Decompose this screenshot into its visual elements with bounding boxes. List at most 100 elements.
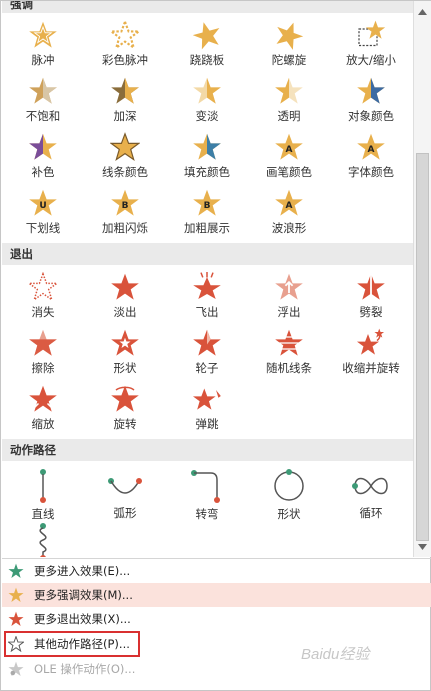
split-star-icon (356, 272, 386, 302)
outline-star-icon (7, 635, 25, 653)
effect-tile-random-bars-star[interactable]: 随机线条 (248, 325, 330, 381)
emphasis-effects-grid: 脉冲 彩色脉冲 跷跷板 陀螺旋 放大/缩小不饱和 加深 变淡 透明 对象颜色补色 线条颜色 填充颜色… (2, 13, 413, 243)
effect-label: 不饱和 (25, 109, 61, 123)
effect-tile-bold-flash-star[interactable]: B 加粗闪烁 (84, 185, 166, 241)
effect-tile-disappear-star[interactable]: 消失 (2, 269, 84, 325)
effect-label: 填充颜色 (184, 165, 230, 179)
effect-tile-wheel-star[interactable]: 轮子 (166, 325, 248, 381)
svg-text:A: A (368, 145, 375, 155)
lighten-star-icon (192, 76, 222, 106)
effect-label: 直线 (31, 507, 55, 521)
menu-more-entrance-effects[interactable]: 更多进入效果(E)... (2, 559, 431, 583)
shape-star-icon (110, 328, 140, 358)
effect-label: 旋转 (113, 417, 137, 431)
effect-tile-bold-reveal-star[interactable]: B 加粗展示 (166, 185, 248, 241)
effect-tile-spin-star[interactable]: 陀螺旋 (248, 17, 330, 73)
darken-star-icon (110, 76, 140, 106)
menu-label: OLE 操作动作(O)... (34, 662, 136, 676)
menu-label: 更多进入效果(E)... (34, 564, 131, 578)
effect-tile-custom-path[interactable]: 自定义路径 (2, 521, 84, 557)
fade-star-icon (110, 272, 140, 302)
effect-tile-float-out-star[interactable]: 浮出 (248, 269, 330, 325)
effect-tile-arc-path[interactable]: 弧形 (84, 465, 166, 521)
menu-label: 其他动作路径(P)... (34, 637, 130, 651)
effect-tile-desaturate-star[interactable]: 不饱和 (2, 73, 84, 129)
effect-tile-swivel-star[interactable]: 旋转 (84, 381, 166, 437)
effect-tile-fly-out-star[interactable]: 飞出 (166, 269, 248, 325)
exit-effects-grid: 消失 淡出 飞出 浮出 劈裂擦除 形状 轮子 随机线条 收缩并旋转缩放 旋转 弹跳 (2, 265, 413, 439)
scroll-down-arrow-icon[interactable] (414, 538, 431, 555)
turn-path-icon (187, 468, 227, 504)
effect-tile-color-pulse-star[interactable]: 彩色脉冲 (84, 17, 166, 73)
effect-tile-shape-path[interactable]: 形状 (248, 465, 330, 521)
effect-tile-line-color-star[interactable]: 线条颜色 (84, 129, 166, 185)
font-color-star-icon: A (356, 132, 386, 162)
svg-text:U: U (39, 201, 46, 211)
fly-out-star-icon (192, 272, 222, 302)
scroll-thumb[interactable] (416, 153, 429, 541)
effect-tile-pulse-star[interactable]: 脉冲 (2, 17, 84, 73)
effect-tile-line-path[interactable]: 直线 (2, 465, 84, 521)
effect-label: 浮出 (277, 305, 301, 319)
effect-tile-bounce-star[interactable]: 弹跳 (166, 381, 248, 437)
effect-tile-shape-star[interactable]: 形状 (84, 325, 166, 381)
menu-label: 更多强调效果(M)... (34, 588, 133, 602)
effect-label: 弹跳 (195, 417, 219, 431)
scroll-up-arrow-icon[interactable] (414, 3, 431, 20)
svg-text:B: B (122, 201, 129, 211)
effect-label: 转弯 (195, 507, 219, 521)
menu-other-motion-paths[interactable]: 其他动作路径(P)... (4, 631, 140, 657)
complementary-color-star-icon (28, 132, 58, 162)
animation-gallery-panel: 强调 脉冲 彩色脉冲 跷跷板 陀螺旋 放大/缩小 不饱和 加深 变淡 透明 对象颜色 补色 线条颜色 填… (0, 0, 431, 691)
effect-label: 形状 (277, 507, 301, 521)
random-bars-star-icon (274, 328, 304, 358)
effect-label: 随机线条 (266, 361, 312, 375)
spin-star-icon (274, 20, 304, 50)
effect-label: 弧形 (113, 506, 137, 520)
effect-tile-font-color-star[interactable]: A 字体颜色 (330, 129, 412, 185)
effect-tile-fill-color-star[interactable]: 填充颜色 (166, 129, 248, 185)
menu-more-emphasis-effects[interactable]: 更多强调效果(M)... (2, 583, 431, 607)
effect-label: 线条颜色 (102, 165, 148, 179)
zoom-star-icon (28, 384, 58, 414)
effect-label: 跷跷板 (189, 53, 225, 67)
vertical-scrollbar[interactable] (413, 1, 431, 557)
effect-label: 画笔颜色 (266, 165, 312, 179)
effect-label: 形状 (113, 361, 137, 375)
effect-tile-grow-shrink-star[interactable]: 放大/缩小 (330, 17, 412, 73)
effect-tile-lighten-star[interactable]: 变淡 (166, 73, 248, 129)
effect-tile-shrink-turn-star[interactable]: 收缩并旋转 (330, 325, 412, 381)
effect-tile-split-star[interactable]: 劈裂 (330, 269, 412, 325)
disappear-star-icon (28, 272, 58, 302)
effect-tile-wave-star[interactable]: A 波浪形 (248, 185, 330, 241)
effect-tile-complementary-color-star[interactable]: 补色 (2, 129, 84, 185)
green-star-icon (8, 563, 24, 579)
effect-label: 放大/缩小 (346, 53, 396, 67)
arc-path-icon (105, 468, 145, 503)
effect-label: 透明 (277, 109, 301, 123)
effect-label: 变淡 (195, 109, 219, 123)
underline-star-icon: U (28, 188, 58, 218)
swivel-star-icon (110, 384, 140, 414)
effect-tile-darken-star[interactable]: 加深 (84, 73, 166, 129)
effect-tile-loop-path[interactable]: 循环 (330, 465, 412, 521)
effect-tile-zoom-star[interactable]: 缩放 (2, 381, 84, 437)
effect-tile-transparency-star[interactable]: 透明 (248, 73, 330, 129)
effect-tile-underline-star[interactable]: U 下划线 (2, 185, 84, 241)
effect-tile-fade-star[interactable]: 淡出 (84, 269, 166, 325)
effect-label: 淡出 (113, 305, 137, 319)
menu-more-exit-effects[interactable]: 更多退出效果(X)... (2, 607, 431, 631)
effect-tile-wipe-star[interactable]: 擦除 (2, 325, 84, 381)
svg-text:A: A (286, 201, 293, 211)
wipe-star-icon (28, 328, 58, 358)
motion-path-grid: 直线 弧形 转弯 形状 循环自定义路径 (2, 461, 413, 557)
effect-label: 陀螺旋 (271, 53, 307, 67)
effect-label: 对象颜色 (348, 109, 394, 123)
wheel-star-icon (192, 328, 222, 358)
effect-tile-turn-path[interactable]: 转弯 (166, 465, 248, 521)
effect-label: 字体颜色 (348, 165, 394, 179)
effect-tile-brush-color-star[interactable]: A 画笔颜色 (248, 129, 330, 185)
desaturate-star-icon (28, 76, 58, 106)
effect-tile-teeter-star[interactable]: 跷跷板 (166, 17, 248, 73)
effect-tile-object-color-star[interactable]: 对象颜色 (330, 73, 412, 129)
